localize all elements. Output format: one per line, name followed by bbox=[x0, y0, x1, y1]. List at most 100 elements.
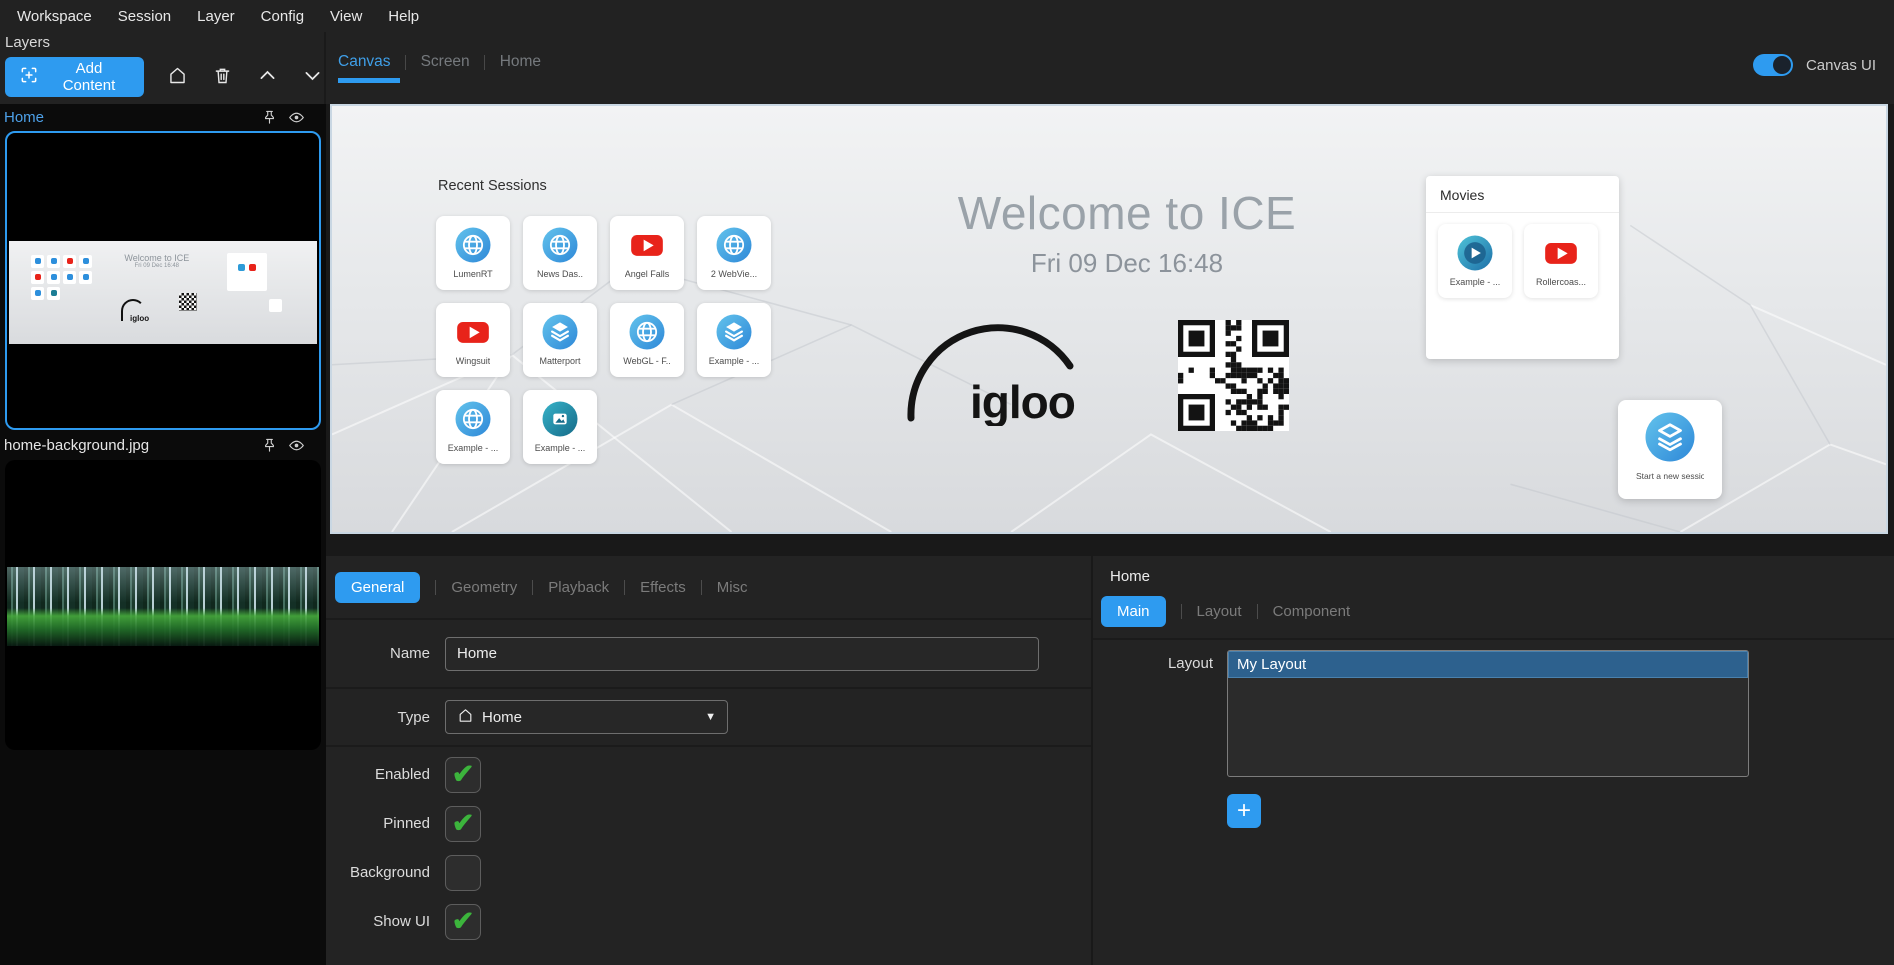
check-icon: ✔ bbox=[452, 761, 475, 788]
mini-welcome-date: Fri 09 Dec 16:48 bbox=[92, 263, 222, 269]
name-field-label: Name bbox=[326, 645, 430, 662]
canvas-ui-toggle[interactable]: Canvas UI bbox=[1753, 54, 1876, 76]
checkbox-row: Show UI ✔ bbox=[326, 897, 1091, 946]
chevron-down-icon bbox=[302, 65, 323, 89]
mini-movies-card bbox=[227, 253, 267, 291]
canvas-tab[interactable]: Screen bbox=[421, 53, 470, 83]
divider bbox=[1093, 638, 1894, 640]
checkbox[interactable]: ✔ bbox=[445, 855, 481, 891]
home-panel-tab[interactable]: Layout bbox=[1197, 603, 1242, 620]
name-input[interactable] bbox=[445, 637, 1039, 671]
toggle-knob bbox=[1773, 56, 1791, 74]
layers-icon bbox=[714, 312, 754, 352]
properties-tab[interactable]: Effects bbox=[640, 579, 686, 596]
movies-panel-title: Movies bbox=[1426, 176, 1619, 213]
igloo-logo: igloo bbox=[898, 316, 1098, 431]
session-tile[interactable]: Matterport bbox=[523, 303, 597, 377]
youtube-icon bbox=[453, 312, 493, 352]
new-session-label: Start a new session bbox=[1636, 471, 1704, 481]
add-layout-button[interactable]: + bbox=[1227, 794, 1261, 828]
movies-panel: Movies Example - ... Rollercoas... bbox=[1426, 176, 1619, 359]
canvas-tab[interactable]: Canvas bbox=[338, 53, 391, 83]
toggle-pill[interactable] bbox=[1753, 54, 1793, 76]
checkbox-label: Pinned bbox=[326, 815, 430, 832]
pin-icon[interactable] bbox=[261, 109, 279, 127]
eye-icon[interactable] bbox=[288, 436, 306, 454]
layers-panel-title: Layers bbox=[5, 34, 324, 51]
session-tile[interactable]: Example - ... bbox=[697, 303, 771, 377]
add-content-button[interactable]: Add Content bbox=[5, 57, 144, 97]
mini-new-session-tile bbox=[269, 299, 282, 312]
globe-icon bbox=[453, 225, 493, 265]
pin-icon[interactable] bbox=[261, 436, 279, 454]
type-select[interactable]: Home ▼ bbox=[445, 700, 728, 734]
session-tile[interactable]: 2 WebVie... bbox=[697, 216, 771, 290]
home-panel-title: Home bbox=[1093, 556, 1894, 585]
chevron-down-icon: ▼ bbox=[705, 711, 716, 723]
check-icon: ✔ bbox=[452, 810, 475, 837]
checkbox[interactable]: ✔ bbox=[445, 757, 481, 793]
checkbox-label: Background bbox=[326, 864, 430, 881]
menu-item[interactable]: Help bbox=[375, 8, 432, 25]
home-layer-panel: Home MainLayoutComponent Layout My Layou… bbox=[1093, 556, 1894, 965]
layers-icon bbox=[540, 312, 580, 352]
canvas-tab[interactable]: Home bbox=[500, 53, 541, 83]
canvas-viewport[interactable]: Recent Sessions LumenRT News Das.. Angel… bbox=[330, 104, 1888, 534]
start-new-session-tile[interactable]: Start a new session bbox=[1618, 400, 1722, 499]
layer-name: Home bbox=[4, 109, 252, 126]
move-layer-up-button[interactable] bbox=[255, 64, 279, 90]
type-value: Home bbox=[482, 709, 522, 726]
mini-session-grid bbox=[31, 255, 97, 300]
session-tile[interactable]: Angel Falls bbox=[610, 216, 684, 290]
menu-item[interactable]: Session bbox=[105, 8, 184, 25]
layer-item-background[interactable]: home-background.jpg bbox=[0, 430, 326, 460]
session-tile[interactable]: Example - ... bbox=[523, 390, 597, 464]
forest-image-strip bbox=[7, 567, 319, 645]
properties-tab[interactable]: Geometry bbox=[451, 579, 517, 596]
menu-item[interactable]: View bbox=[317, 8, 375, 25]
session-tile[interactable]: Example - ... bbox=[436, 390, 510, 464]
properties-tab[interactable]: General bbox=[335, 572, 420, 603]
eye-icon[interactable] bbox=[288, 109, 306, 127]
check-icon: ✔ bbox=[452, 908, 475, 935]
layout-listbox[interactable]: My Layout bbox=[1227, 650, 1749, 777]
menu-item[interactable]: Layer bbox=[184, 8, 248, 25]
globe-icon bbox=[453, 399, 493, 439]
checkbox[interactable]: ✔ bbox=[445, 806, 481, 842]
properties-tab[interactable]: Misc bbox=[717, 579, 748, 596]
canvas-tab-bar: Canvas Screen Home Canvas UI bbox=[326, 32, 1894, 104]
menu-item[interactable]: Config bbox=[248, 8, 317, 25]
checkbox-row: Background ✔ bbox=[326, 848, 1091, 897]
home-panel-tab[interactable]: Main bbox=[1101, 596, 1166, 627]
delete-layer-button[interactable] bbox=[210, 64, 234, 90]
session-tile[interactable]: WebGL - F.. bbox=[610, 303, 684, 377]
menu-item[interactable]: Workspace bbox=[4, 8, 105, 25]
chevron-up-icon bbox=[257, 65, 278, 89]
qr-code bbox=[1178, 320, 1289, 431]
layout-list-item[interactable]: My Layout bbox=[1228, 651, 1748, 678]
properties-tab[interactable]: Playback bbox=[548, 579, 609, 596]
canvas-ui-label: Canvas UI bbox=[1806, 57, 1876, 74]
svg-text:igloo: igloo bbox=[970, 376, 1075, 426]
globe-icon bbox=[540, 225, 580, 265]
home-panel-tab[interactable]: Component bbox=[1273, 603, 1351, 620]
layer-item-home[interactable]: Home bbox=[0, 104, 326, 131]
home-layer-button[interactable] bbox=[165, 64, 189, 90]
layer-name: home-background.jpg bbox=[4, 437, 252, 454]
mini-igloo-logo: igloo bbox=[121, 297, 165, 323]
checkbox[interactable]: ✔ bbox=[445, 904, 481, 940]
layer-thumbnail-background[interactable] bbox=[5, 460, 321, 750]
layer-thumbnail-home[interactable]: Welcome to ICE Fri 09 Dec 16:48 igloo bbox=[5, 131, 321, 430]
session-tile[interactable]: LumenRT bbox=[436, 216, 510, 290]
session-tile[interactable]: Wingsuit bbox=[436, 303, 510, 377]
home-icon bbox=[457, 707, 474, 728]
move-layer-down-button[interactable] bbox=[300, 64, 324, 90]
welcome-datetime: Fri 09 Dec 16:48 bbox=[958, 248, 1296, 279]
type-field-label: Type bbox=[326, 709, 430, 726]
movie-tile[interactable]: Example - ... bbox=[1438, 224, 1512, 298]
welcome-block: Welcome to ICE Fri 09 Dec 16:48 bbox=[958, 186, 1296, 279]
globe-icon bbox=[627, 312, 667, 352]
menu-bar: WorkspaceSessionLayerConfigViewHelp bbox=[0, 0, 1894, 32]
movie-tile[interactable]: Rollercoas... bbox=[1524, 224, 1598, 298]
session-tile[interactable]: News Das.. bbox=[523, 216, 597, 290]
